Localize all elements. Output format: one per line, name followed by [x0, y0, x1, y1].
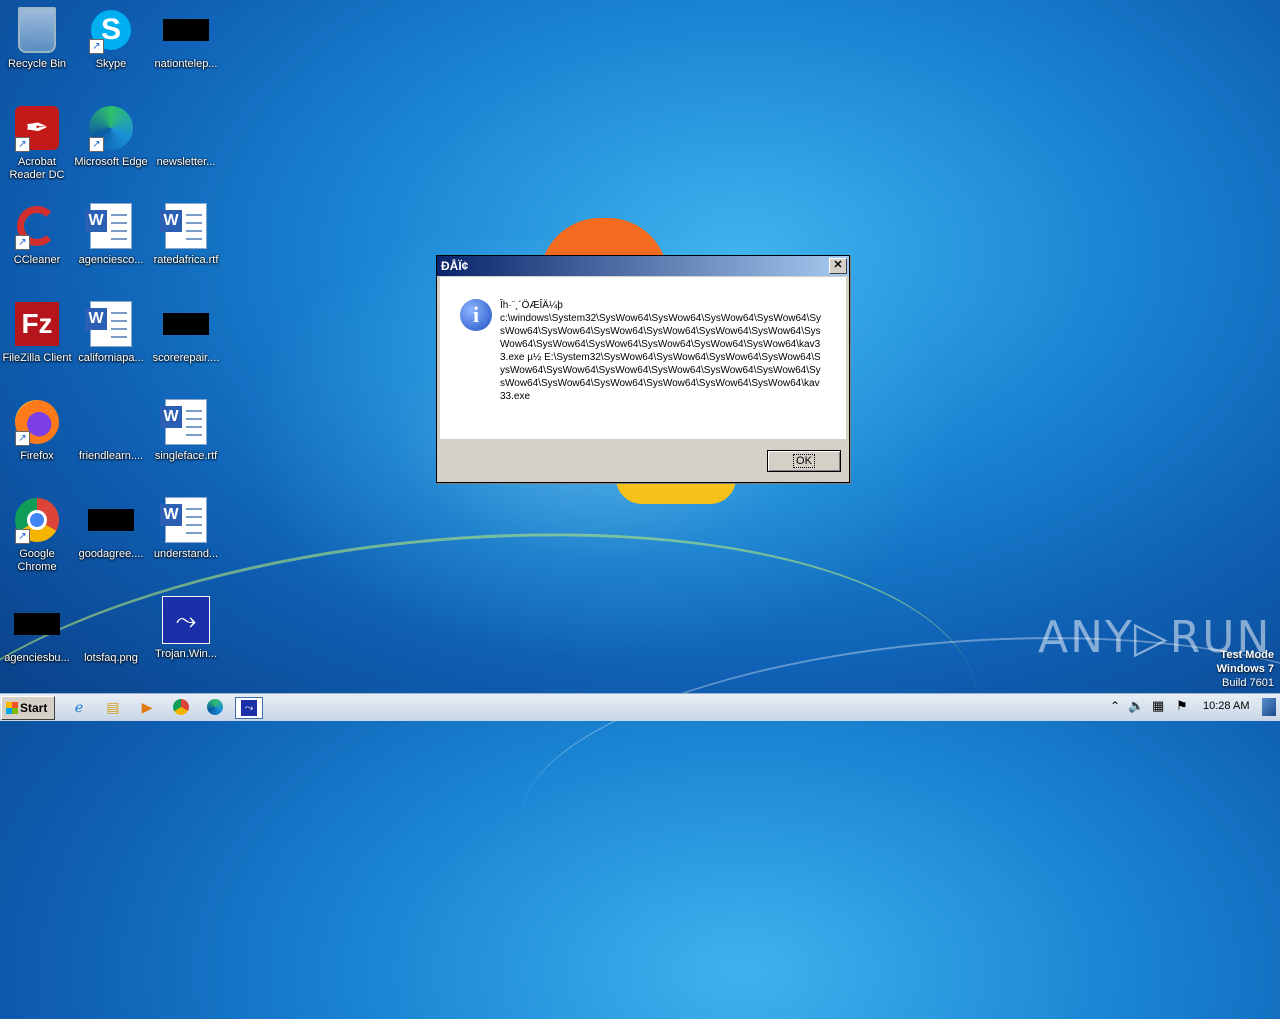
- test-mode-line: Test Mode: [1220, 649, 1274, 661]
- redacted-file-icon: [14, 613, 60, 635]
- redacted-file-icon: [163, 19, 209, 41]
- action-center-flag-icon[interactable]: ⚑: [1176, 698, 1188, 714]
- desktop-icon-label: FileZilla Client: [2, 352, 72, 364]
- desktop-icon-agenciesco[interactable]: W agenciesco...: [74, 202, 148, 267]
- desktop-icon-label: Trojan.Win...: [155, 648, 217, 660]
- desktop-icon-trojan[interactable]: ⤳ Trojan.Win...: [149, 596, 223, 661]
- desktop-icon-edge[interactable]: ↗ Microsoft Edge: [74, 104, 148, 169]
- desktop-icon-californiapa[interactable]: W californiapa...: [74, 300, 148, 365]
- shortcut-arrow-icon: ↗: [15, 137, 30, 152]
- word-doc-icon: W: [85, 203, 132, 249]
- show-desktop-button[interactable]: [1262, 698, 1276, 716]
- desktop-icon-label: understand...: [153, 548, 219, 560]
- desktop-icon-ccleaner[interactable]: ↗ CCleaner: [0, 202, 74, 267]
- dialog-message-line1: Îһ·¨¸´ÖÆÎÄ¼þ: [500, 300, 563, 311]
- start-button[interactable]: Start: [1, 696, 55, 720]
- windows-version-line: Windows 7: [1216, 663, 1274, 675]
- word-doc-icon: W: [85, 301, 132, 347]
- ok-button[interactable]: OK: [767, 450, 841, 472]
- dialog-message-body: c:\windows\System32\SysWow64\SysWow64\Sy…: [500, 313, 822, 402]
- shortcut-arrow-icon: ↗: [89, 137, 104, 152]
- desktop-icon-recycle-bin[interactable]: Recycle Bin: [0, 6, 74, 71]
- clock[interactable]: 10:28 AM: [1203, 700, 1249, 712]
- shortcut-arrow-icon: ↗: [15, 529, 30, 544]
- ok-button-label: OK: [793, 454, 815, 468]
- desktop-icon-label: Recycle Bin: [7, 58, 67, 70]
- redacted-file-icon: [163, 313, 209, 335]
- desktop-icon-label: lotsfaq.png: [84, 652, 138, 664]
- shortcut-arrow-icon: ↗: [15, 431, 30, 446]
- dialog-titlebar[interactable]: ÐÅÏ¢ ✕: [437, 256, 849, 276]
- desktop-icon-firefox[interactable]: ↗ Firefox: [0, 398, 74, 463]
- desktop-icon-label: agenciesbu...: [4, 652, 70, 664]
- word-doc-icon: W: [160, 203, 207, 249]
- edge-taskbar-icon[interactable]: [204, 697, 226, 717]
- message-dialog: ÐÅÏ¢ ✕ i Îһ·¨¸´ÖÆÎÄ¼þ c:\windows\System3…: [436, 255, 850, 483]
- desktop-icon-label: ratedafrica.rtf: [153, 254, 219, 266]
- desktop-icon-label: Google Chrome: [17, 548, 57, 573]
- word-doc-icon: W: [160, 497, 207, 543]
- desktop-icon-label: Skype: [95, 58, 127, 70]
- desktop-icon-label: newsletter...: [156, 156, 216, 168]
- desktop-icon-chrome[interactable]: ↗ Google Chrome: [0, 496, 74, 574]
- dialog-title: ÐÅÏ¢: [441, 259, 469, 273]
- trojan-task-icon[interactable]: ⤳: [235, 697, 263, 719]
- filezilla-icon: Fz: [15, 302, 59, 346]
- windows-logo-icon: [6, 702, 18, 714]
- desktop-icon-friendlearn[interactable]: friendlearn....: [74, 398, 148, 463]
- desktop-icon-nationtelep[interactable]: nationtelep...: [149, 6, 223, 71]
- desktop-icon-label: nationtelep...: [154, 58, 218, 70]
- desktop-icon-newsletter[interactable]: newsletter...: [149, 104, 223, 169]
- build-line: Build 7601: [1222, 677, 1274, 689]
- dialog-body: i Îһ·¨¸´ÖÆÎÄ¼þ c:\windows\System32\SysWo…: [440, 277, 846, 439]
- desktop-icon-label: agenciesco...: [78, 254, 144, 266]
- recycle-bin-icon: [18, 7, 56, 53]
- desktop-icon-label: friendlearn....: [78, 450, 144, 462]
- desktop-icon-acrobat[interactable]: ✒ ↗ Acrobat Reader DC: [0, 104, 74, 182]
- desktop-icon-label: scorerepair....: [152, 352, 220, 364]
- ie-icon[interactable]: ℯ: [68, 697, 90, 717]
- desktop-icon-label: goodagree....: [78, 548, 144, 560]
- network-icon[interactable]: ▦: [1152, 698, 1164, 714]
- desktop-icon-agenciesbu[interactable]: agenciesbu...: [0, 600, 74, 665]
- media-player-icon[interactable]: ▶: [136, 697, 158, 717]
- blank-file-icon: [163, 117, 209, 139]
- redacted-file-icon: [88, 509, 134, 531]
- shortcut-arrow-icon: ↗: [15, 235, 30, 250]
- desktop-icon-label: Acrobat Reader DC: [9, 156, 65, 181]
- dialog-message: Îһ·¨¸´ÖÆÎÄ¼þ c:\windows\System32\SysWow6…: [500, 299, 822, 403]
- explorer-icon[interactable]: ▤: [102, 697, 124, 717]
- desktop-icon-label: Microsoft Edge: [74, 156, 148, 168]
- volume-icon[interactable]: 🔈: [1128, 698, 1144, 714]
- desktop-icon-ratedafrica[interactable]: W ratedafrica.rtf: [149, 202, 223, 267]
- blank-file-icon: [88, 613, 134, 635]
- desktop-icon-skype[interactable]: S ↗ Skype: [74, 6, 148, 71]
- desktop-icon-label: CCleaner: [13, 254, 61, 266]
- desktop-icon-goodagree[interactable]: goodagree....: [74, 496, 148, 561]
- desktop-icon-filezilla[interactable]: Fz FileZilla Client: [0, 300, 74, 365]
- chrome-taskbar-icon[interactable]: [170, 697, 192, 717]
- desktop-icon-understand[interactable]: W understand...: [149, 496, 223, 561]
- tray-expand-icon[interactable]: ⌃: [1110, 699, 1120, 713]
- desktop-icon-label: Firefox: [20, 450, 54, 462]
- word-doc-icon: W: [160, 399, 207, 445]
- info-icon: i: [460, 299, 492, 331]
- blank-file-icon: [88, 411, 134, 433]
- taskbar: Start ℯ ▤ ▶ ⤳ ⌃ 🔈 ▦ ⚑ 10:28 AM: [0, 693, 1280, 721]
- desktop-icon-singleface[interactable]: W singleface.rtf: [149, 398, 223, 463]
- desktop-icon-lotsfaq[interactable]: lotsfaq.png: [74, 600, 148, 665]
- desktop-icon-label: californiapa...: [78, 352, 144, 364]
- close-button[interactable]: ✕: [829, 258, 847, 274]
- test-mode-notice: Test Mode Windows 7 Build 7601: [1217, 648, 1274, 690]
- desktop-icon-scorerepair[interactable]: scorerepair....: [149, 300, 223, 365]
- shortcut-arrow-icon: ↗: [89, 39, 104, 54]
- trojan-exe-icon: ⤳: [162, 596, 210, 644]
- start-label: Start: [20, 701, 48, 715]
- desktop-icon-label: singleface.rtf: [154, 450, 218, 462]
